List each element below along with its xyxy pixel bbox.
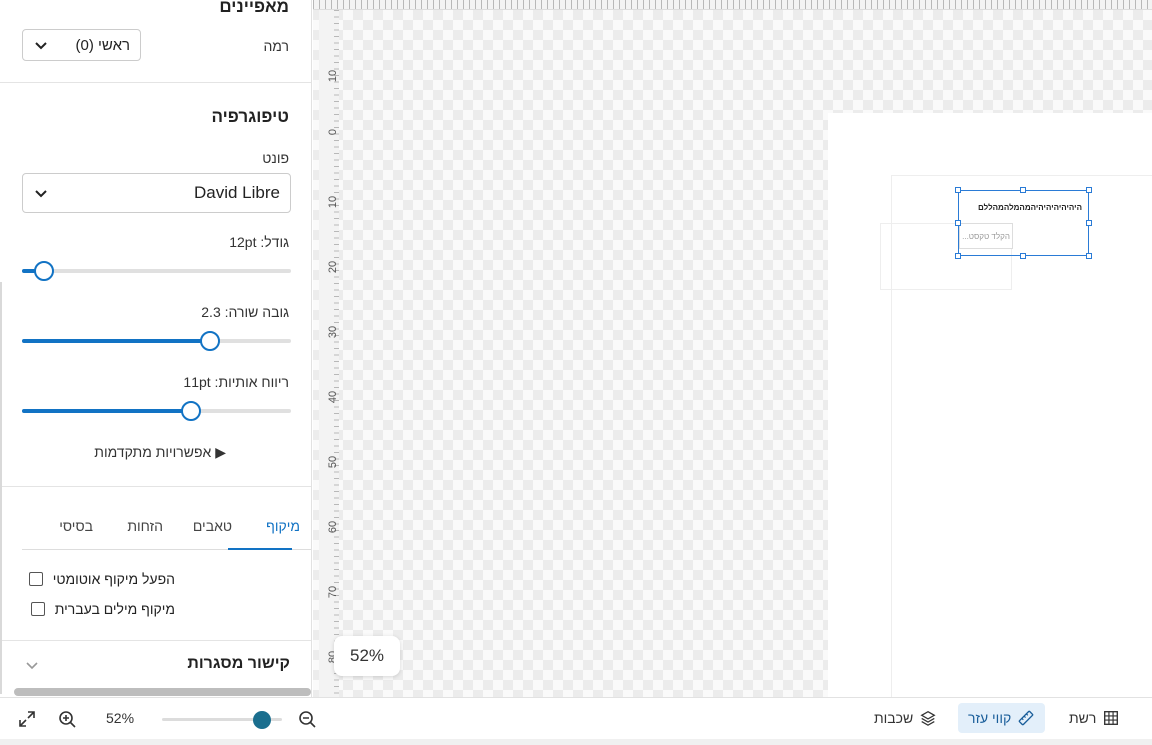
- resize-handle[interactable]: [1086, 187, 1092, 193]
- level-select[interactable]: ראשי (0): [22, 29, 141, 61]
- divider: [0, 82, 311, 83]
- advanced-options-toggle[interactable]: ▶ אפשרויות מתקדמות: [94, 444, 226, 461]
- resize-handle[interactable]: [955, 220, 961, 226]
- fit-screen-icon[interactable]: [17, 709, 37, 729]
- window-edge: [0, 739, 1152, 745]
- active-tab-indicator: [228, 548, 292, 550]
- grid-label: רשת: [1069, 710, 1097, 726]
- font-size-slider[interactable]: [22, 259, 291, 283]
- resize-handle[interactable]: [1086, 220, 1092, 226]
- font-size-label: גודל: 12pt: [229, 234, 289, 250]
- properties-panel: מאפיינים רמה ראשי (0) טיפוגרפיה פונט Dav…: [0, 0, 312, 697]
- left-ruler: 10 0 10 20 30 40 50 60 70 80: [319, 10, 339, 697]
- tab-basic[interactable]: בסיסי: [59, 518, 93, 534]
- ruler-icon: [1018, 710, 1034, 726]
- horizontal-scrollbar[interactable]: [14, 688, 311, 696]
- auto-hyphenation-option[interactable]: הפעל מיקוף אוטומטי: [28, 571, 175, 587]
- layers-icon: [920, 710, 936, 726]
- ruler-number: 50: [327, 455, 339, 469]
- ruler-number: 40: [327, 390, 339, 404]
- grid-icon: [1104, 711, 1119, 725]
- auto-hyphenation-label: הפעל מיקוף אוטומטי: [52, 571, 175, 587]
- resize-handle[interactable]: [955, 187, 961, 193]
- ruler-number: 60: [327, 520, 339, 534]
- font-select[interactable]: David Libre: [22, 173, 291, 213]
- layers-button[interactable]: שכבות: [864, 703, 947, 733]
- font-select-value: David Libre: [194, 183, 280, 202]
- ruler-number: 20: [327, 260, 339, 274]
- slider-thumb[interactable]: [200, 331, 221, 351]
- tab-hyphenation[interactable]: מיקוף: [266, 518, 300, 534]
- slider-thumb[interactable]: [181, 401, 202, 421]
- guides-label: קווי עזר: [968, 710, 1012, 726]
- level-label: רמה: [263, 38, 289, 54]
- ruler-number: 10: [327, 69, 339, 83]
- frame-linking-label: קישור מסגרות: [187, 655, 290, 672]
- divider: [0, 486, 311, 487]
- letter-spacing-slider[interactable]: [22, 399, 291, 423]
- resize-handle[interactable]: [1086, 253, 1092, 259]
- panel-scroll-edge: [0, 282, 2, 694]
- layers-label: שכבות: [874, 710, 914, 726]
- resize-handle[interactable]: [955, 253, 961, 259]
- ruler-number: 10: [327, 195, 339, 209]
- chevron-down-icon: [26, 662, 38, 670]
- guides-button[interactable]: קווי עזר: [958, 703, 1046, 733]
- grid-button[interactable]: רשת: [1059, 703, 1130, 733]
- text-placeholder[interactable]: הקלד טקסט...: [959, 223, 1013, 249]
- tab-bar: מיקוף טאבים הזחות בסיסי: [22, 510, 311, 550]
- hebrew-hyphenation-checkbox[interactable]: [30, 602, 45, 616]
- tab-tabs[interactable]: טאבים: [193, 518, 232, 534]
- ruler-number: 30: [327, 325, 339, 339]
- hebrew-hyphenation-option[interactable]: מיקוף מילים בעברית: [30, 601, 175, 617]
- ruler-number: 70: [327, 585, 339, 599]
- resize-handle[interactable]: [1020, 187, 1026, 193]
- typography-heading: טיפוגרפיה: [211, 107, 290, 126]
- zoom-indicator: 52%: [334, 636, 400, 676]
- text-frame-content[interactable]: היהיהיהיהיהיהמהמלהמהללם: [978, 203, 1082, 212]
- level-select-value: ראשי (0): [75, 36, 130, 54]
- frame-linking-section[interactable]: קישור מסגרות: [0, 640, 311, 686]
- line-height-label: גובה שורה: 2.3: [201, 304, 289, 320]
- chevron-down-icon: [35, 190, 47, 198]
- tab-indents[interactable]: הזחות: [127, 518, 163, 534]
- zoom-in-icon[interactable]: [57, 709, 77, 729]
- top-ruler: [313, 0, 1152, 10]
- slider-thumb[interactable]: [33, 261, 54, 281]
- ruler-number: 0: [327, 128, 339, 136]
- selected-text-frame[interactable]: היהיהיהיהיהיהמהמלהמהללם הקלד טקסט...: [955, 187, 1092, 259]
- zoom-slider-thumb[interactable]: [253, 711, 271, 729]
- font-label: פונט: [262, 150, 289, 166]
- hebrew-hyphenation-label: מיקוף מילים בעברית: [54, 601, 175, 617]
- margin-guide: [891, 175, 1152, 176]
- resize-handle[interactable]: [1020, 253, 1026, 259]
- zoom-value: 52%: [106, 710, 135, 726]
- zoom-out-icon[interactable]: [297, 709, 317, 729]
- line-height-slider[interactable]: [22, 329, 291, 353]
- letter-spacing-label: ריווח אותיות: 11pt: [183, 374, 289, 390]
- bottom-toolbar: 52% שכבות קווי עזר רשת: [0, 697, 1152, 739]
- chevron-down-icon: [35, 42, 47, 50]
- auto-hyphenation-checkbox[interactable]: [28, 572, 43, 586]
- properties-heading: מאפיינים: [219, 0, 289, 16]
- canvas-area[interactable]: 10 0 10 20 30 40 50 60 70 80 היהיהיהיהיה…: [313, 0, 1152, 697]
